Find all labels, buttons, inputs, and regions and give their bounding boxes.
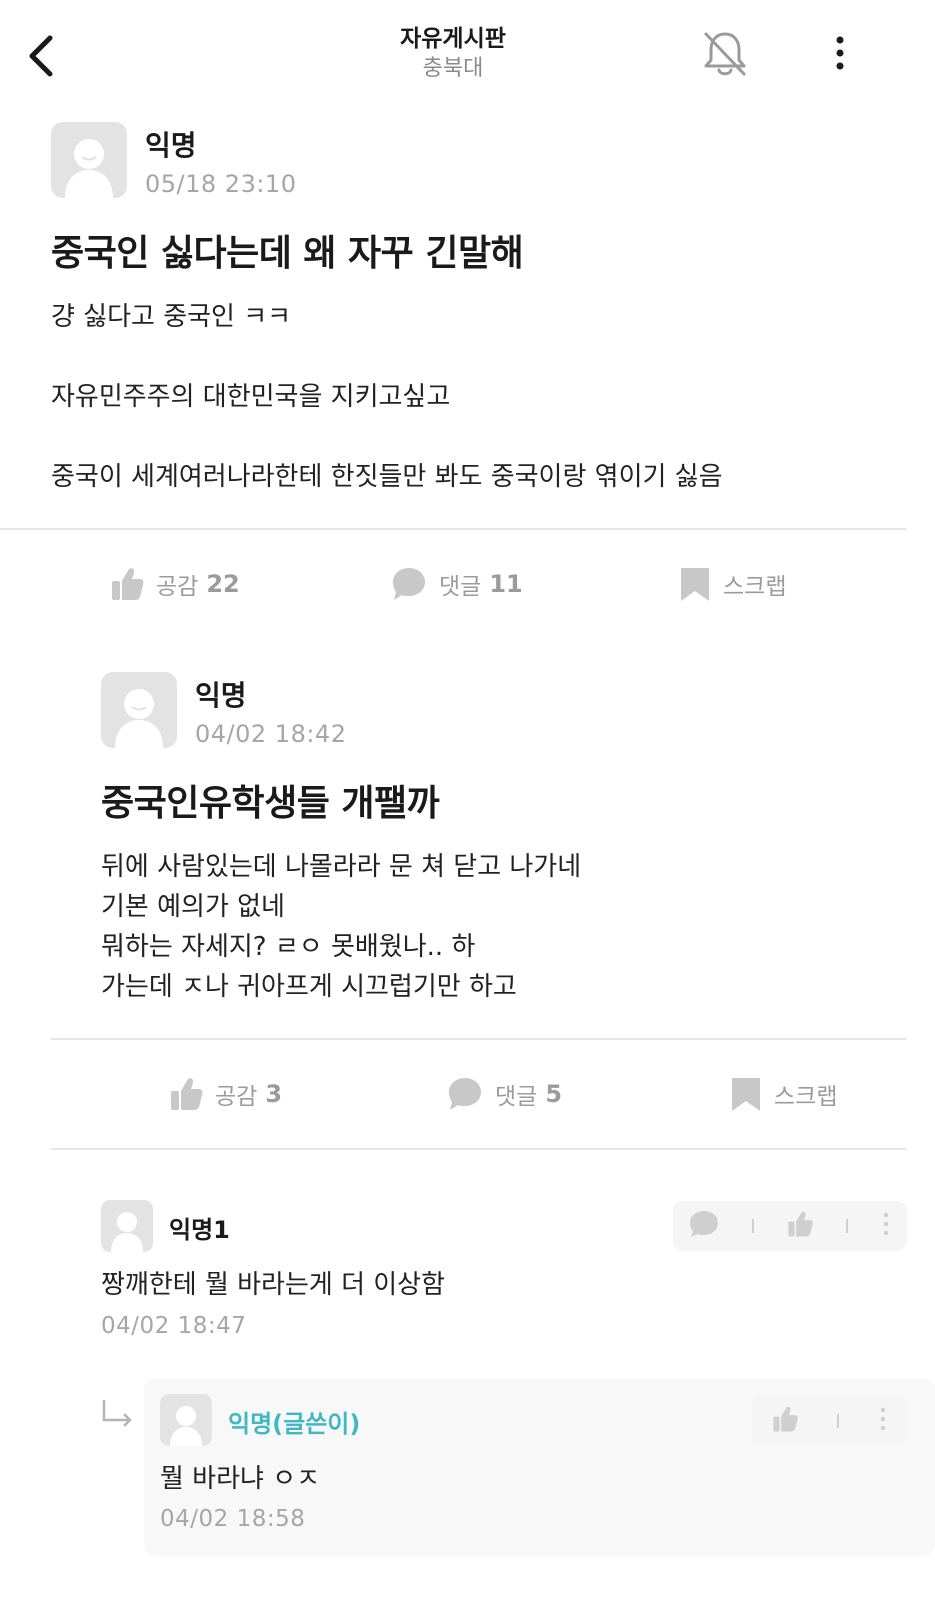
- comment-count: 5: [545, 1080, 563, 1108]
- speech-bubble-icon: [449, 1078, 481, 1110]
- like-count: 3: [265, 1080, 283, 1108]
- more-vertical-icon[interactable]: [826, 34, 854, 74]
- quoted-post-body-line: 뭐하는 자세지? ㄹㅇ 못배웠나.. 하: [101, 932, 476, 962]
- comment-button[interactable]: 댓글 5: [447, 1076, 562, 1112]
- thumbs-up-icon[interactable]: [786, 1210, 814, 1242]
- comment-author: 익명1: [169, 1216, 230, 1244]
- thumbs-up-icon[interactable]: [771, 1405, 799, 1437]
- scrap-label: 스크랩: [774, 1084, 838, 1110]
- board-title-group: 자유게시판 충북대: [0, 24, 906, 84]
- quoted-post-date: 04/02 18:42: [195, 720, 347, 748]
- divider: [837, 1414, 840, 1428]
- post-body-line: 중국이 세계여러나라한테 한짓들만 봐도 중국이랑 엮이기 싫음: [51, 462, 723, 492]
- reply-text: 뭘 바라냐 ㅇㅈ: [160, 1464, 321, 1494]
- bell-off-icon[interactable]: [700, 28, 750, 80]
- thumbs-up-icon: [171, 1078, 203, 1110]
- like-label: 공감: [156, 574, 199, 600]
- divider: [751, 1219, 754, 1233]
- like-button[interactable]: 공감 3: [169, 1076, 282, 1112]
- reply-date: 04/02 18:58: [160, 1506, 306, 1532]
- post-title: 중국인 싫다는데 왜 자꾸 긴말해: [51, 233, 524, 274]
- avatar: [101, 672, 177, 748]
- comment-date: 04/02 18:47: [101, 1313, 247, 1339]
- comment-text: 짱깨한테 뭘 바라는게 더 이상함: [101, 1270, 446, 1300]
- comment-button[interactable]: 댓글 11: [391, 566, 523, 602]
- reply-author: 익명(글쓴이): [228, 1410, 361, 1438]
- comment-count: 11: [489, 570, 523, 598]
- quoted-post-author: 익명: [195, 679, 247, 712]
- post-body-line: 걍 싫다고 중국인 ㅋㅋ: [51, 302, 292, 332]
- reply-arrow-icon: [100, 1398, 134, 1428]
- quoted-post-body-line: 가는데 ㅈ나 귀아프게 시끄럽기만 하고: [101, 972, 517, 1002]
- divider: [0, 528, 907, 530]
- reply-icon[interactable]: [689, 1210, 719, 1242]
- post-date: 05/18 23:10: [145, 170, 297, 198]
- top-bar: 자유게시판 충북대: [0, 0, 935, 110]
- comment-label: 댓글: [495, 1084, 538, 1110]
- divider: [846, 1219, 849, 1233]
- bookmark-icon: [732, 1078, 760, 1111]
- like-count: 22: [206, 570, 240, 598]
- school-name: 충북대: [422, 56, 484, 81]
- like-label: 공감: [215, 1084, 258, 1110]
- more-vertical-icon[interactable]: [881, 1212, 891, 1240]
- more-vertical-icon[interactable]: [878, 1407, 888, 1435]
- comment-avatar: [160, 1394, 212, 1446]
- like-button[interactable]: 공감 22: [110, 566, 240, 602]
- avatar: [51, 122, 127, 198]
- board-title: 자유게시판: [400, 26, 506, 52]
- speech-bubble-icon: [393, 568, 425, 600]
- quoted-post-title: 중국인유학생들 개팰까: [101, 783, 440, 824]
- post-author: 익명: [145, 129, 197, 162]
- scrap-button[interactable]: 스크랩: [679, 566, 786, 602]
- thumbs-up-icon: [112, 568, 144, 600]
- comment-label: 댓글: [439, 574, 482, 600]
- scrap-button[interactable]: 스크랩: [730, 1076, 837, 1112]
- scrap-label: 스크랩: [723, 574, 787, 600]
- post-body-line: 자유민주주의 대한민국을 지키고싶고: [51, 382, 451, 412]
- reply-toolbar: [752, 1396, 907, 1446]
- bookmark-icon: [681, 568, 709, 601]
- quoted-post-body-line: 뒤에 사람있는데 나몰라라 문 쳐 닫고 나가네: [101, 852, 582, 882]
- divider: [51, 1038, 907, 1040]
- comment-avatar: [101, 1200, 153, 1252]
- quoted-post-body-line: 기본 예의가 없네: [101, 892, 285, 922]
- divider: [51, 1148, 907, 1150]
- comment-toolbar: [673, 1201, 907, 1251]
